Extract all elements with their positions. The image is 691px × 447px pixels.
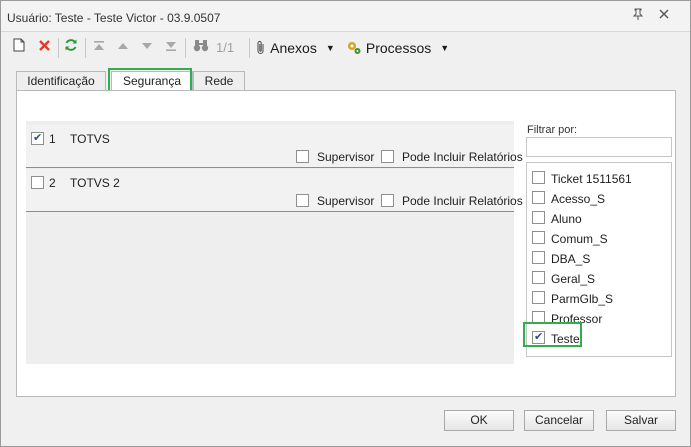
company-checkbox[interactable] [31,131,44,145]
paperclip-icon [255,40,270,56]
supervisor-label: Supervisor [317,194,375,208]
teste-highlight-box [523,322,582,347]
close-icon[interactable] [656,8,672,24]
group-checkbox[interactable] [532,231,545,244]
delete-x-icon[interactable] [36,38,52,58]
previous-record-icon[interactable] [115,38,131,58]
reports-checkbox[interactable] [381,150,394,163]
tab-rede[interactable]: Rede [193,71,245,91]
group-checkbox[interactable] [532,191,545,204]
toolbar-separator [85,38,86,58]
toolbar-separator [249,38,250,58]
new-document-icon[interactable] [11,38,27,58]
refresh-icon[interactable] [63,38,79,58]
group-label: Geral_S [551,272,596,286]
save-button[interactable]: Salvar [606,410,676,431]
window-title: Usuário: Teste - Teste Victor - 03.9.050… [7,11,221,25]
reports-checkbox[interactable] [381,194,394,207]
reports-label: Pode Incluir Relatórios [402,150,523,164]
supervisor-checkbox[interactable] [296,194,309,207]
title-bar: Usuário: Teste - Teste Victor - 03.9.050… [1,1,690,32]
first-record-icon[interactable] [91,38,107,58]
user-dialog-window: Usuário: Teste - Teste Victor - 03.9.050… [0,0,691,447]
group-label: DBA_S [551,252,591,266]
group-checkbox[interactable] [532,271,545,284]
attachments-menu-button[interactable]: Anexos ▼ [255,38,335,58]
next-record-icon[interactable] [139,38,155,58]
company-checkbox[interactable] [31,176,44,189]
group-checkbox[interactable] [532,251,545,264]
group-label: Acesso_S [551,192,606,206]
cancel-button[interactable]: Cancelar [524,410,594,431]
filter-label: Filtrar por: [527,124,578,136]
company-list: 1 TOTVS Supervisor Pode Incluir Relatóri… [26,121,523,364]
group-label: Ticket 1511561 [551,172,632,186]
company-name: TOTVS [70,132,110,146]
group-checkbox[interactable] [532,211,545,224]
toolbar-separator [58,38,59,58]
supervisor-checkbox[interactable] [296,150,309,163]
group-checkbox[interactable] [532,171,545,184]
processes-menu-button[interactable]: Processos ▼ [346,38,449,58]
last-record-icon[interactable] [163,38,179,58]
group-checkbox[interactable] [532,291,545,304]
group-label: Aluno [551,212,582,226]
company-row: 2 TOTVS 2 Supervisor Pode Incluir Relató… [26,169,523,212]
attachments-label: Anexos [270,40,317,56]
toolbar-separator [185,38,186,58]
processes-gear-icon [346,40,366,56]
company-number: 1 [49,132,56,146]
pin-icon[interactable] [630,8,646,24]
group-label: ParmGlb_S [551,292,614,306]
group-label: Comum_S [551,232,608,246]
company-number: 2 [49,176,56,190]
company-name: TOTVS 2 [70,176,120,190]
tab-identificacao[interactable]: Identificação [16,71,106,91]
reports-label: Pode Incluir Relatórios [402,194,523,208]
ok-button[interactable]: OK [444,410,514,431]
toolbar: 1/1 Anexos ▼ Processos ▼ [7,34,687,62]
chevron-down-icon: ▼ [325,43,335,53]
record-pager: 1/1 [216,40,235,55]
chevron-down-icon: ▼ [440,43,450,53]
company-row: 1 TOTVS Supervisor Pode Incluir Relatóri… [26,125,523,168]
supervisor-label: Supervisor [317,150,375,164]
security-panel: 1 TOTVS Supervisor Pode Incluir Relatóri… [16,90,676,397]
filter-input[interactable] [526,137,672,157]
binoculars-icon[interactable] [192,38,210,58]
processes-label: Processos [365,40,432,56]
